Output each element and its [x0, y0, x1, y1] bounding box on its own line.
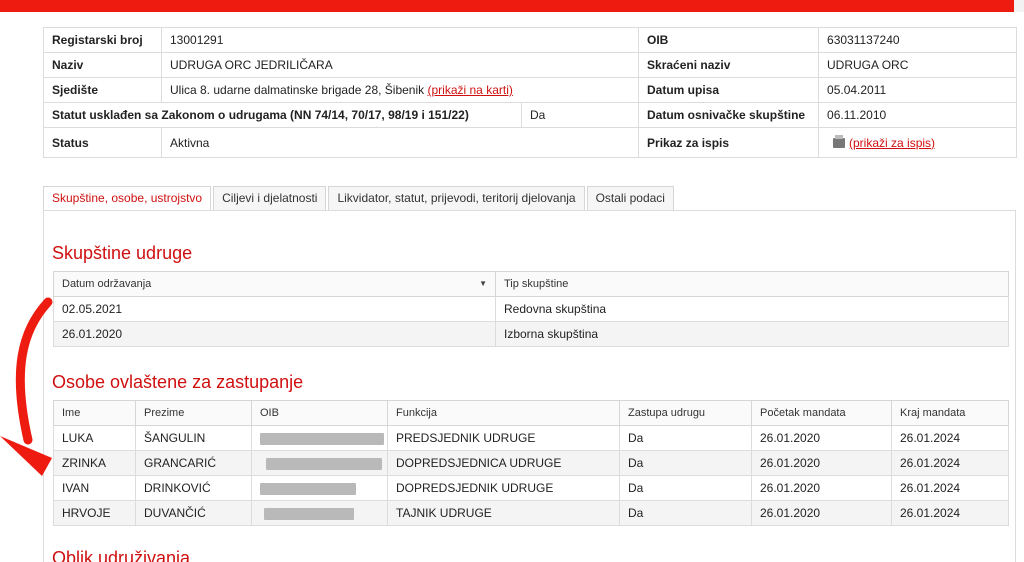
value-prikaz-za-ispis: (prikaži za ispis)	[818, 127, 1018, 158]
cell-kraj: 26.01.2024	[891, 425, 1009, 451]
print-view-link[interactable]: (prikaži za ispis)	[849, 136, 935, 150]
cell-prezime: GRANCARIĆ	[135, 450, 252, 476]
redacted-oib	[260, 432, 384, 445]
column-header-zastupa[interactable]: Zastupa udrugu	[619, 400, 752, 426]
value-skraceni-naziv: UDRUGA ORC	[818, 52, 1018, 78]
cell-pocetak: 26.01.2020	[751, 450, 892, 476]
representatives-table: Ime Prezime OIB Funkcija Zastupa udrugu …	[53, 400, 1009, 526]
table-row: HRVOJE DUVANČIĆ TAJNIK UDRUGE Da 26.01.2…	[53, 500, 1009, 526]
section-title-oblik-udruzivanja: Oblik udruživanja	[52, 548, 191, 562]
cell-oib-redacted	[251, 425, 388, 451]
column-header-prezime[interactable]: Prezime	[135, 400, 252, 426]
cell-ime: HRVOJE	[53, 500, 136, 526]
show-on-map-link[interactable]: (prikaži na karti)	[428, 83, 513, 97]
tab-bar: Skupštine, osobe, ustrojstvo Ciljevi i d…	[43, 186, 676, 210]
sjediste-address: Ulica 8. udarne dalmatinske brigade 28, …	[170, 83, 425, 97]
value-datum-osnivacke: 06.11.2010	[818, 102, 1018, 128]
cell-prezime: DRINKOVIĆ	[135, 475, 252, 501]
label-datum-upisa: Datum upisa	[638, 77, 820, 103]
association-info-table: Registarski broj 13001291 OIB 6303113724…	[43, 27, 1018, 158]
redacted-oib	[266, 457, 382, 470]
cell-oib-redacted	[251, 500, 388, 526]
annotation-arrow-icon	[0, 297, 53, 476]
column-header-oib[interactable]: OIB	[251, 400, 388, 426]
cell-oib-redacted	[251, 450, 388, 476]
table-row: 02.05.2021 Redovna skupština	[53, 296, 1009, 322]
cell-zastupa: Da	[619, 425, 752, 451]
label-prikaz-za-ispis: Prikaz za ispis	[638, 127, 820, 158]
section-title-skupstine: Skupštine udruge	[52, 243, 193, 263]
tab-likvidator-statut[interactable]: Likvidator, statut, prijevodi, teritorij…	[328, 186, 585, 210]
cell-zastupa: Da	[619, 475, 752, 501]
cell-funkcija: DOPREDSJEDNIK UDRUGE	[387, 475, 620, 501]
value-status: Aktivna	[160, 127, 640, 158]
section-title-osobe: Osobe ovlaštene za zastupanje	[52, 372, 304, 392]
value-registarski-broj: 13001291	[160, 27, 640, 53]
printer-icon[interactable]	[833, 135, 846, 149]
label-skraceni-naziv: Skraćeni naziv	[638, 52, 820, 78]
label-statut: Statut usklađen sa Zakonom o udrugama (N…	[43, 102, 522, 128]
column-header-datum-label: Datum održavanja	[62, 278, 152, 290]
label-status: Status	[43, 127, 162, 158]
cell-funkcija: DOPREDSJEDNICA UDRUGE	[387, 450, 620, 476]
cell-funkcija: TAJNIK UDRUGE	[387, 500, 620, 526]
cell-tip: Izborna skupština	[495, 321, 1009, 347]
value-statut: Da	[520, 102, 640, 128]
cell-funkcija: PREDSJEDNIK UDRUGE	[387, 425, 620, 451]
cell-oib-redacted	[251, 475, 388, 501]
column-header-datum[interactable]: Datum održavanja ▼	[53, 271, 496, 297]
tab-ostali-podaci[interactable]: Ostali podaci	[586, 186, 674, 210]
cell-pocetak: 26.01.2020	[751, 500, 892, 526]
label-sjediste: Sjedište	[43, 77, 162, 103]
table-row: LUKA ŠANGULIN PREDSJEDNIK UDRUGE Da 26.0…	[53, 425, 1009, 451]
value-oib: 63031137240	[818, 27, 1018, 53]
cell-zastupa: Da	[619, 450, 752, 476]
label-naziv: Naziv	[43, 52, 162, 78]
tab-skupstine-osobe-ustrojstvo[interactable]: Skupštine, osobe, ustrojstvo	[43, 186, 212, 210]
sort-desc-icon[interactable]: ▼	[479, 279, 487, 288]
cell-kraj: 26.01.2024	[891, 450, 1009, 476]
redacted-oib	[260, 482, 356, 495]
column-header-tip[interactable]: Tip skupštine	[495, 271, 1009, 297]
table-row: 26.01.2020 Izborna skupština	[53, 321, 1009, 347]
cell-datum: 26.01.2020	[53, 321, 496, 347]
cell-pocetak: 26.01.2020	[751, 425, 892, 451]
label-registarski-broj: Registarski broj	[43, 27, 162, 53]
value-datum-upisa: 05.04.2011	[818, 77, 1018, 103]
table-row: IVAN DRINKOVIĆ DOPREDSJEDNIK UDRUGE Da 2…	[53, 475, 1009, 501]
column-header-pocetak[interactable]: Početak mandata	[751, 400, 892, 426]
cell-tip: Redovna skupština	[495, 296, 1009, 322]
label-oib: OIB	[638, 27, 820, 53]
label-datum-osnivacke: Datum osnivačke skupštine	[638, 102, 820, 128]
cell-datum: 02.05.2021	[53, 296, 496, 322]
cell-prezime: ŠANGULIN	[135, 425, 252, 451]
cell-pocetak: 26.01.2020	[751, 475, 892, 501]
assemblies-table: Datum održavanja ▼ Tip skupštine 02.05.20…	[53, 271, 1009, 347]
top-bar-end	[1014, 0, 1024, 12]
value-sjediste: Ulica 8. udarne dalmatinske brigade 28, …	[160, 77, 640, 103]
top-bar	[0, 0, 1024, 12]
redacted-oib	[264, 507, 354, 520]
cell-kraj: 26.01.2024	[891, 475, 1009, 501]
cell-kraj: 26.01.2024	[891, 500, 1009, 526]
value-naziv: UDRUGA ORC JEDRILIČARA	[160, 52, 640, 78]
column-header-funkcija[interactable]: Funkcija	[387, 400, 620, 426]
cell-prezime: DUVANČIĆ	[135, 500, 252, 526]
page: Registarski broj 13001291 OIB 6303113724…	[0, 0, 1024, 562]
tab-ciljevi-djelatnosti[interactable]: Ciljevi i djelatnosti	[213, 186, 327, 210]
table-row: ZRINKA GRANCARIĆ DOPREDSJEDNICA UDRUGE D…	[53, 450, 1009, 476]
cell-zastupa: Da	[619, 500, 752, 526]
column-header-kraj[interactable]: Kraj mandata	[891, 400, 1009, 426]
